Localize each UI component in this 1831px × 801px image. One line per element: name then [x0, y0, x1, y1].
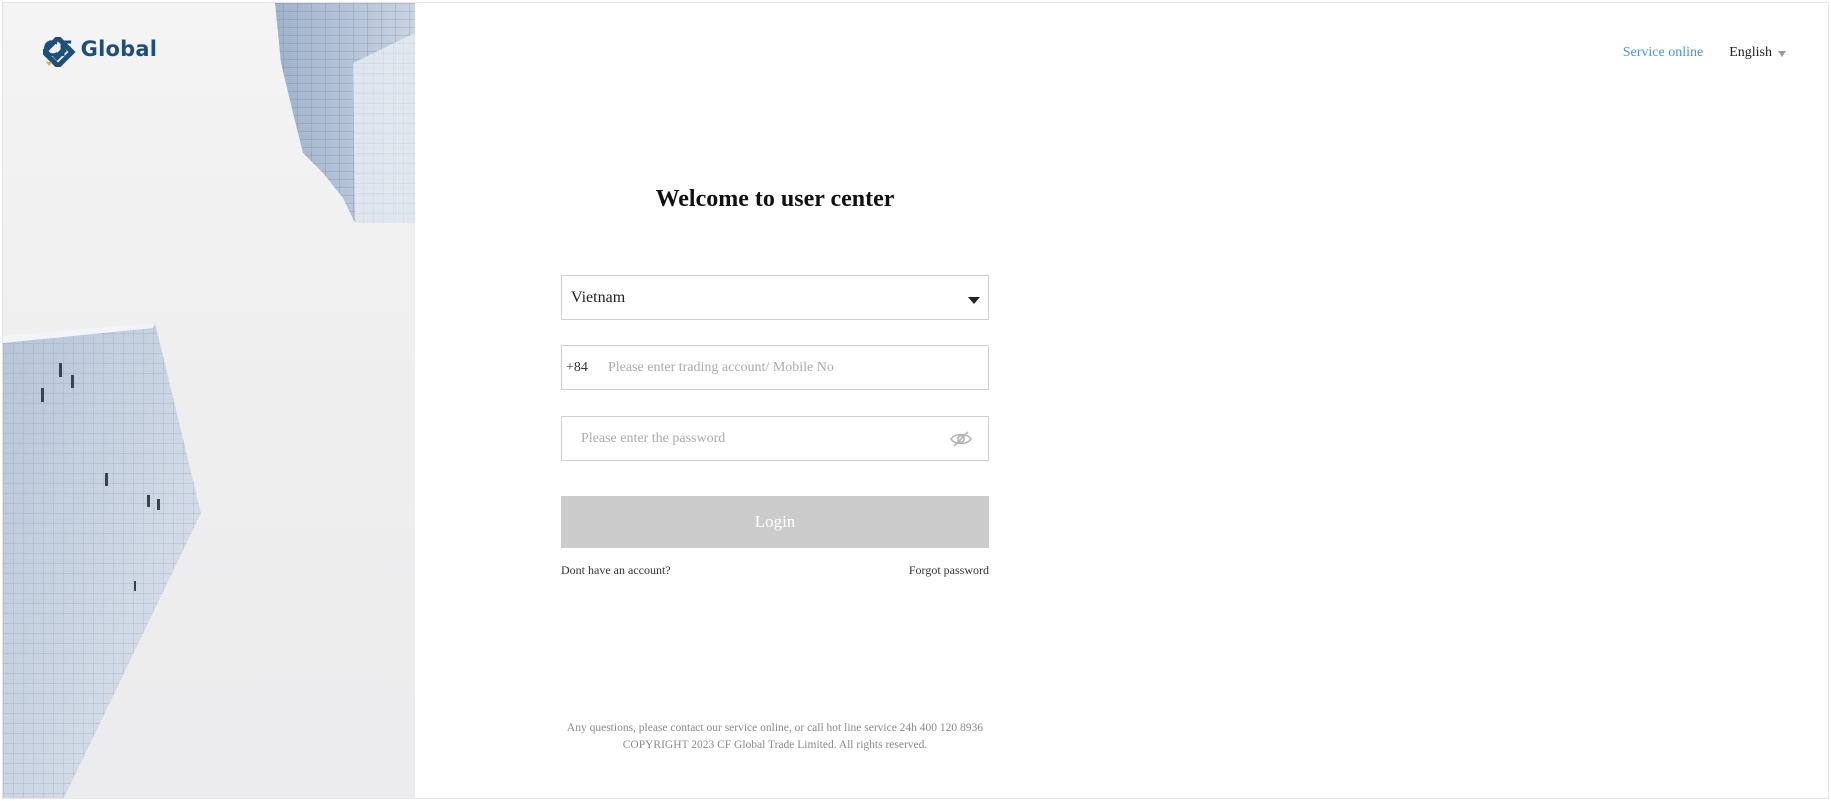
- skyscraper-illustration: [3, 3, 415, 798]
- cf-global-logo-icon: [43, 37, 76, 67]
- password-input[interactable]: [562, 416, 948, 461]
- eye-off-icon[interactable]: [948, 429, 974, 449]
- register-link[interactable]: Dont have an account?: [561, 563, 671, 578]
- page-title: Welcome to user center: [655, 186, 895, 212]
- chevron-down-icon: [1778, 51, 1786, 57]
- hero-image-panel: CF Global: [3, 3, 415, 798]
- phone-prefix[interactable]: +84: [562, 360, 602, 376]
- language-label: English: [1729, 45, 1772, 60]
- language-selector[interactable]: English: [1729, 45, 1786, 61]
- auth-links: Dont have an account? Forgot password: [561, 563, 989, 578]
- password-field: [561, 416, 989, 461]
- account-field: +84: [561, 345, 989, 390]
- page-frame: CF Global Service online English Welcome…: [2, 2, 1829, 799]
- account-input[interactable]: [602, 345, 988, 390]
- service-online-link[interactable]: Service online: [1623, 45, 1703, 61]
- login-button[interactable]: Login: [561, 496, 989, 548]
- country-select[interactable]: Vietnam: [561, 275, 989, 320]
- footer-contact: Any questions, please contact our servic…: [566, 722, 984, 734]
- footer: Any questions, please contact our servic…: [523, 720, 1027, 754]
- caret-down-icon: [968, 297, 980, 304]
- forgot-password-link[interactable]: Forgot password: [909, 563, 989, 578]
- country-select-value: Vietnam: [571, 288, 626, 306]
- header-actions: Service online English: [1623, 45, 1786, 61]
- brand-logo[interactable]: CF Global: [43, 37, 157, 67]
- footer-copyright: COPYRIGHT 2023 CF Global Trade Limited. …: [622, 739, 928, 751]
